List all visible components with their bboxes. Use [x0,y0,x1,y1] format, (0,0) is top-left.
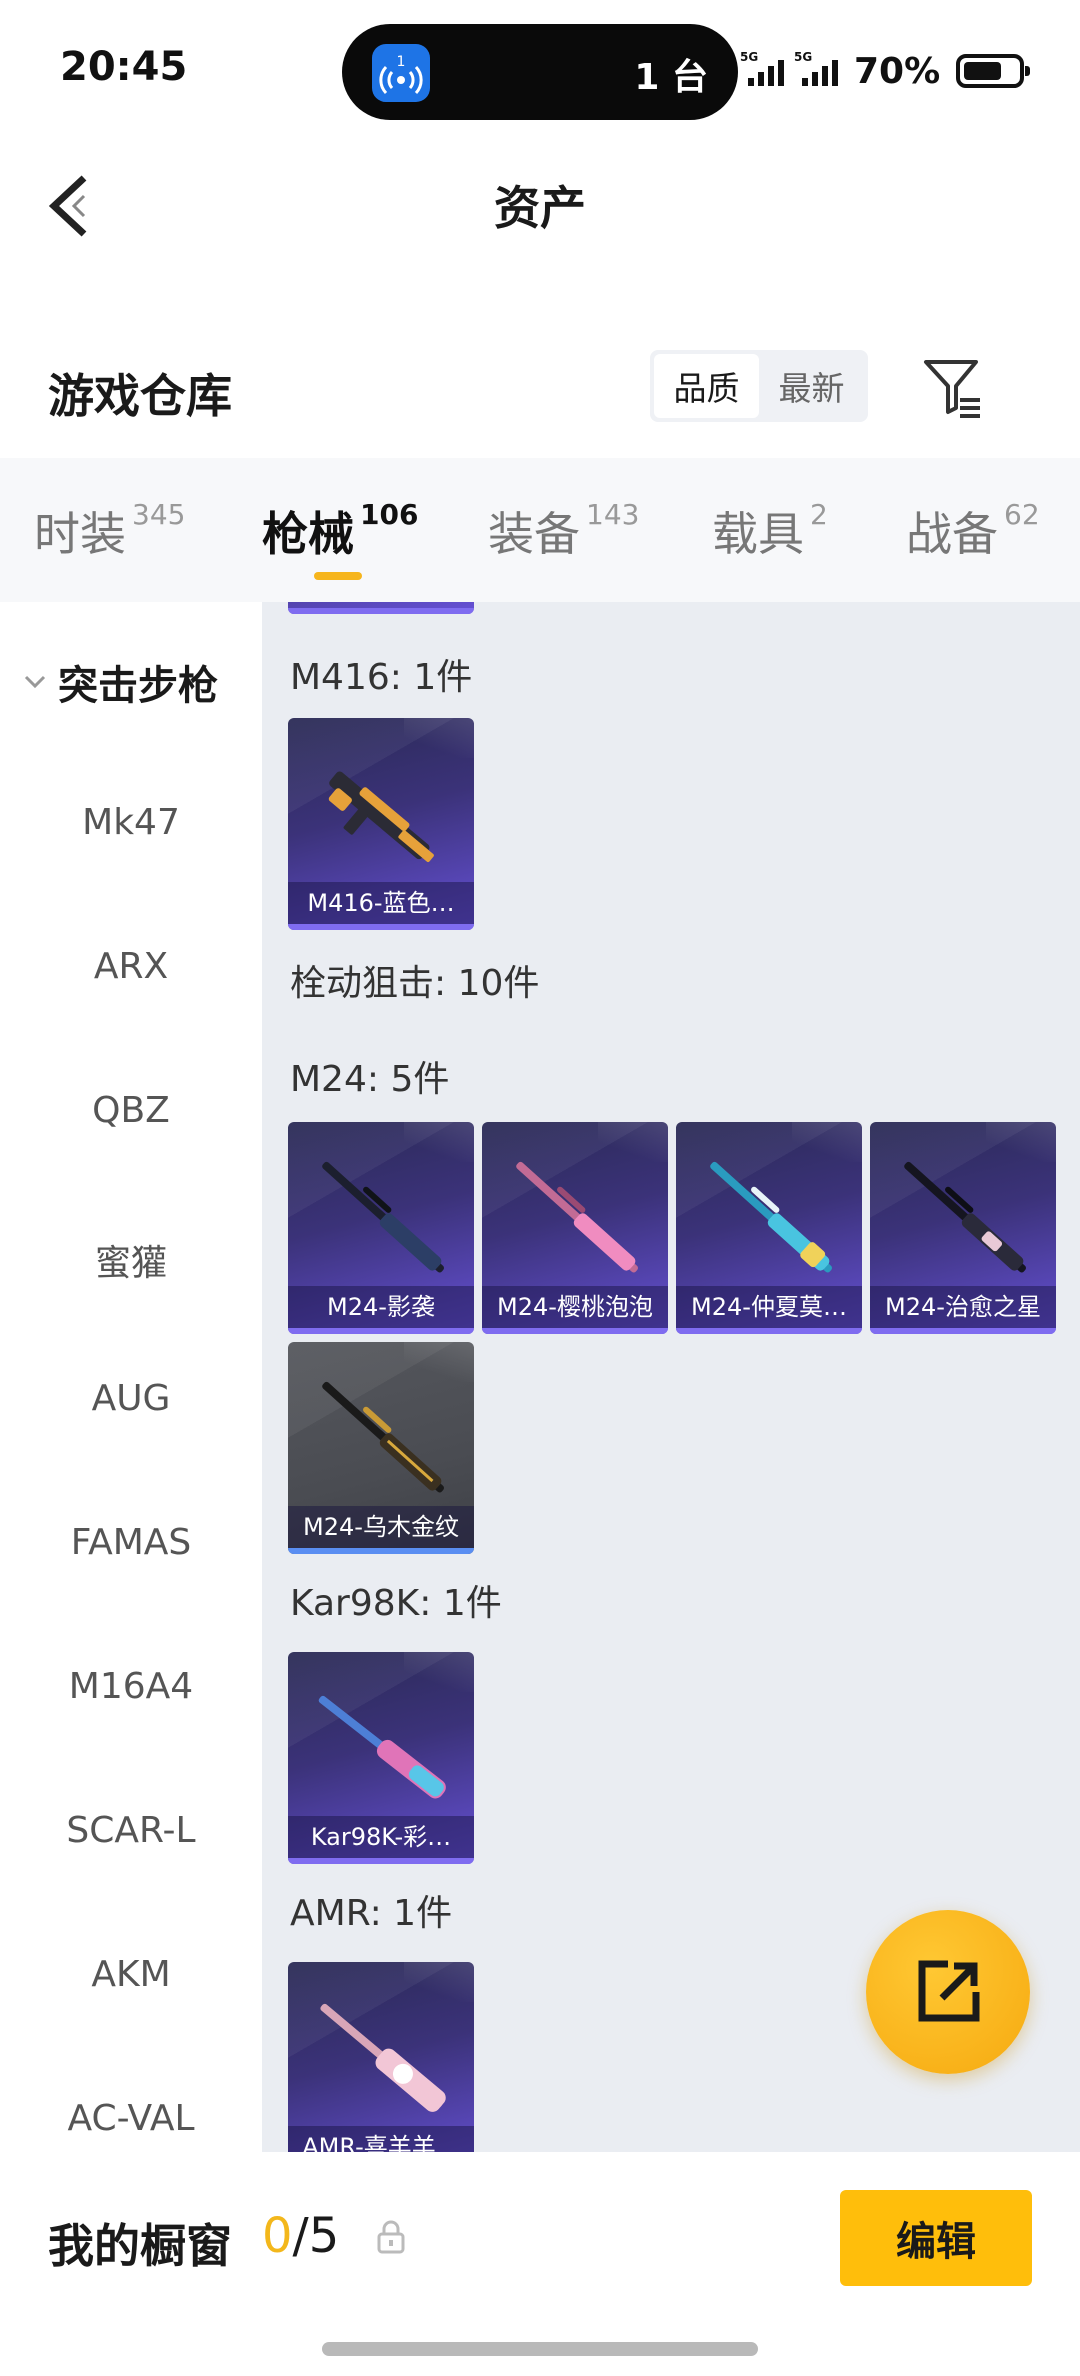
sort-latest-option[interactable]: 最新 [759,354,864,418]
sidebar-item-aug[interactable]: AUG [0,1378,262,1419]
item-card-name: M24-樱桃泡泡 [482,1286,668,1328]
edit-button[interactable]: 编辑 [840,2190,1032,2286]
item-card-name: Kar98K-彩… [288,1816,474,1858]
showcase-count: 0/5 [262,2208,339,2264]
section-label-m24: M24: 5件 [290,1059,450,1100]
filter-icon [924,360,980,418]
showcase-current: 0 [262,2208,293,2264]
sidebar-item-ac-val[interactable]: AC-VAL [0,2098,262,2139]
tab-label: 时装 [34,507,126,561]
section-label-amr: AMR: 1件 [290,1893,453,1934]
sidebar-item-arx[interactable]: ARX [0,946,262,987]
item-card-name: AMR-喜羊羊… [288,2126,474,2152]
island-badge: 1 [397,54,406,70]
tab-label: 枪械 [262,507,354,561]
sidebar-item-honey-badger[interactable]: 蜜獾 [0,1234,262,1286]
tab-count: 106 [360,498,419,531]
tab-count: 143 [586,498,640,531]
battery-icon [956,54,1031,88]
item-card-partial[interactable] [288,602,474,614]
tab-count: 345 [132,498,186,531]
item-card[interactable]: M24-治愈之星 [870,1122,1056,1334]
item-card-name: M24-仲夏莫… [676,1286,862,1328]
tab-count: 2 [810,498,828,531]
item-card[interactable]: M24-樱桃泡泡 [482,1122,668,1334]
sidebar-item-mk47[interactable]: Mk47 [0,802,262,843]
sidebar-item-m16a4[interactable]: M16A4 [0,1666,262,1707]
sidebar-item-scar-l[interactable]: SCAR-L [0,1810,262,1851]
status-time: 20:45 [60,44,188,90]
sidebar-group-label: 突击步枪 [58,663,218,709]
section-label-m416: M416: 1件 [290,657,473,698]
item-card-name: M24-影袭 [288,1286,474,1328]
item-card[interactable]: M24-影袭 [288,1122,474,1334]
tab-label: 装备 [488,507,580,561]
showcase-bar: 我的橱窗 0/5 编辑 [0,2152,1080,2376]
sniper-rifle-icon [320,2003,446,2112]
tab-equipment[interactable]: 装备 143 [488,498,639,578]
signal-icon: 5G [740,50,788,90]
lock-icon [377,2220,405,2254]
tab-vehicles[interactable]: 载具 2 [712,498,828,578]
item-card[interactable]: M24-仲夏莫… [676,1122,862,1334]
showcase-label: 我的橱窗 [48,2219,232,2273]
dynamic-island[interactable]: 1 1 台 [342,24,738,120]
tab-tactical[interactable]: 战备 62 [906,498,1040,578]
item-card[interactable]: M416-蓝色… [288,718,474,930]
weapon-category-sidebar: 突击步枪 Mk47 ARX QBZ 蜜獾 AUG FAMAS M16A4 SCA… [0,602,262,2152]
sidebar-item-qbz[interactable]: QBZ [0,1090,262,1131]
tab-label: 战备 [906,507,998,561]
status-indicators: 5G 5G 70% [740,46,1031,96]
island-device-count: 1 台 [634,57,708,98]
filter-button[interactable] [918,352,990,424]
sort-toggle: 品质 最新 [650,350,868,422]
tab-weapons[interactable]: 枪械 106 [262,498,418,578]
item-card-name: M24-乌木金纹 [288,1506,474,1548]
item-card[interactable]: AMR-喜羊羊… [288,1962,474,2152]
status-bar: 20:45 1 1 台 5G 5G 70% [0,0,1080,140]
section-label-kar98k: Kar98K: 1件 [290,1583,502,1624]
showcase-total: /5 [292,2208,340,2264]
warehouse-title: 游戏仓库 [48,369,232,423]
home-indicator[interactable] [322,2342,758,2356]
item-card[interactable]: Kar98K-彩… [288,1652,474,1864]
item-card-name: M24-治愈之星 [870,1286,1056,1328]
item-card[interactable]: M24-乌木金纹 [288,1342,474,1554]
sidebar-item-famas[interactable]: FAMAS [0,1522,262,1563]
tab-label: 载具 [712,507,804,561]
chevron-down-icon [24,675,46,689]
section-label-bolt-action-snipers: 栓动狙击: 10件 [290,963,540,1004]
share-icon [918,1960,980,2022]
tab-count: 62 [1004,498,1040,531]
sort-quality-option[interactable]: 品质 [654,354,759,418]
item-card-name: M416-蓝色… [288,882,474,924]
hotspot-app-icon: 1 [372,44,430,102]
active-tab-indicator [314,572,362,580]
sidebar-group-assault-rifles[interactable]: 突击步枪 [20,652,218,712]
sidebar-item-akm[interactable]: AKM [0,1954,262,1995]
signal-icon: 5G [794,50,842,90]
category-tabs: 时装 345 枪械 106 装备 143 载具 2 战备 62 [0,458,1080,602]
tab-fashion[interactable]: 时装 345 [34,498,185,578]
share-button[interactable] [866,1910,1030,2074]
page-title: 资产 [494,181,586,235]
battery-percent: 70% [854,50,941,92]
